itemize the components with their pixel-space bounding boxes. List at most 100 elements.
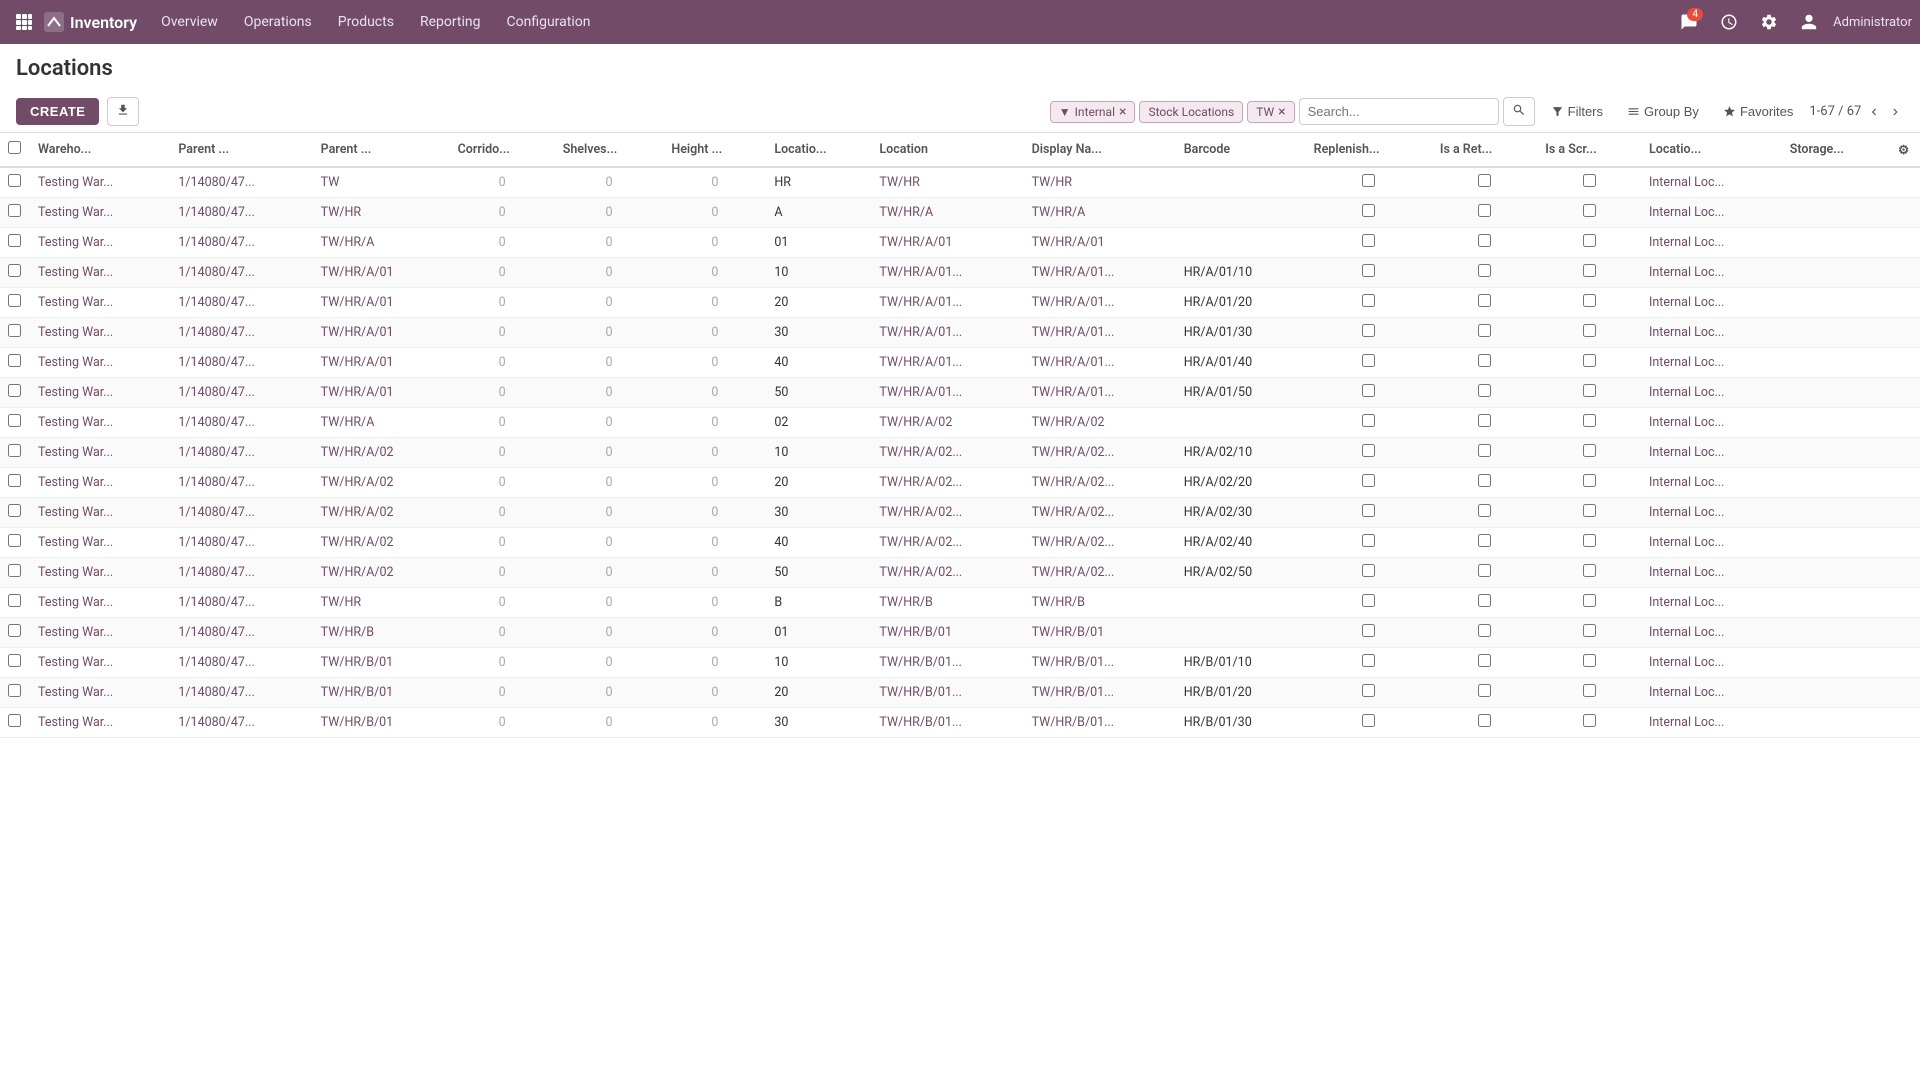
- row-parent1[interactable]: 1/14080/47...: [170, 708, 312, 738]
- create-button[interactable]: CREATE: [16, 98, 99, 125]
- row-locusage[interactable]: Internal Loc...: [1641, 588, 1782, 618]
- row-isret[interactable]: [1432, 167, 1537, 198]
- row-replenish[interactable]: [1306, 498, 1432, 528]
- row-replenish[interactable]: [1306, 198, 1432, 228]
- row-parent1[interactable]: 1/14080/47...: [170, 167, 312, 198]
- favorites-button[interactable]: Favorites: [1715, 99, 1801, 124]
- row-parent2[interactable]: TW: [313, 167, 450, 198]
- row-checkbox[interactable]: [8, 324, 21, 337]
- row-checkbox-cell[interactable]: [0, 558, 30, 588]
- row-warehouse[interactable]: Testing War...: [30, 588, 170, 618]
- row-isret[interactable]: [1432, 708, 1537, 738]
- row-replenish[interactable]: [1306, 228, 1432, 258]
- row-location[interactable]: TW/HR/A/02...: [871, 498, 1023, 528]
- row-displayname[interactable]: TW/HR/A/02...: [1024, 438, 1176, 468]
- row-checkbox-cell[interactable]: [0, 408, 30, 438]
- row-checkbox-cell[interactable]: [0, 588, 30, 618]
- col-height[interactable]: Height ...: [663, 133, 766, 167]
- row-checkbox[interactable]: [8, 444, 21, 457]
- row-parent1[interactable]: 1/14080/47...: [170, 678, 312, 708]
- row-locusage[interactable]: Internal Loc...: [1641, 558, 1782, 588]
- row-checkbox-cell[interactable]: [0, 708, 30, 738]
- row-parent2[interactable]: TW/HR: [313, 588, 450, 618]
- row-replenish[interactable]: [1306, 678, 1432, 708]
- row-location[interactable]: TW/HR/A/01...: [871, 318, 1023, 348]
- select-all-checkbox[interactable]: [8, 141, 21, 154]
- nav-reporting[interactable]: Reporting: [408, 8, 493, 36]
- row-warehouse[interactable]: Testing War...: [30, 288, 170, 318]
- row-checkbox[interactable]: [8, 204, 21, 217]
- row-locusage[interactable]: Internal Loc...: [1641, 378, 1782, 408]
- row-location[interactable]: TW/HR/A/01...: [871, 258, 1023, 288]
- row-displayname[interactable]: TW/HR/B/01...: [1024, 678, 1176, 708]
- row-warehouse[interactable]: Testing War...: [30, 678, 170, 708]
- row-isscr[interactable]: [1537, 167, 1641, 198]
- row-parent1[interactable]: 1/14080/47...: [170, 588, 312, 618]
- row-replenish[interactable]: [1306, 468, 1432, 498]
- pagination-prev[interactable]: ‹: [1865, 101, 1882, 123]
- col-settings[interactable]: ⚙: [1890, 133, 1920, 167]
- row-parent2[interactable]: TW/HR/A/01: [313, 258, 450, 288]
- row-locusage[interactable]: Internal Loc...: [1641, 288, 1782, 318]
- select-all-header[interactable]: [0, 133, 30, 167]
- col-displayname[interactable]: Display Na...: [1024, 133, 1176, 167]
- row-parent1[interactable]: 1/14080/47...: [170, 408, 312, 438]
- row-checkbox-cell[interactable]: [0, 258, 30, 288]
- row-checkbox-cell[interactable]: [0, 528, 30, 558]
- row-checkbox[interactable]: [8, 234, 21, 247]
- clock-icon[interactable]: [1713, 6, 1745, 38]
- nav-operations[interactable]: Operations: [232, 8, 324, 36]
- col-locusage[interactable]: Locatio...: [1641, 133, 1782, 167]
- row-checkbox[interactable]: [8, 624, 21, 637]
- row-parent1[interactable]: 1/14080/47...: [170, 528, 312, 558]
- row-isret[interactable]: [1432, 588, 1537, 618]
- filter-tag-internal-remove[interactable]: ×: [1119, 105, 1126, 119]
- row-warehouse[interactable]: Testing War...: [30, 558, 170, 588]
- col-parent2[interactable]: Parent ...: [313, 133, 450, 167]
- row-displayname[interactable]: TW/HR/A: [1024, 198, 1176, 228]
- filters-button[interactable]: Filters: [1543, 99, 1611, 124]
- row-displayname[interactable]: TW/HR/A/01...: [1024, 288, 1176, 318]
- row-warehouse[interactable]: Testing War...: [30, 408, 170, 438]
- row-isret[interactable]: [1432, 558, 1537, 588]
- row-checkbox[interactable]: [8, 564, 21, 577]
- row-warehouse[interactable]: Testing War...: [30, 348, 170, 378]
- row-checkbox-cell[interactable]: [0, 438, 30, 468]
- row-isret[interactable]: [1432, 348, 1537, 378]
- apps-menu-button[interactable]: [8, 6, 40, 38]
- row-displayname[interactable]: TW/HR/A/02...: [1024, 498, 1176, 528]
- col-warehouse[interactable]: Wareho...: [30, 133, 170, 167]
- row-checkbox-cell[interactable]: [0, 378, 30, 408]
- row-isscr[interactable]: [1537, 618, 1641, 648]
- row-locusage[interactable]: Internal Loc...: [1641, 228, 1782, 258]
- row-replenish[interactable]: [1306, 618, 1432, 648]
- row-checkbox-cell[interactable]: [0, 198, 30, 228]
- row-parent2[interactable]: TW/HR/A/02: [313, 498, 450, 528]
- row-warehouse[interactable]: Testing War...: [30, 438, 170, 468]
- row-replenish[interactable]: [1306, 588, 1432, 618]
- row-parent2[interactable]: TW/HR/B/01: [313, 708, 450, 738]
- row-isscr[interactable]: [1537, 348, 1641, 378]
- row-warehouse[interactable]: Testing War...: [30, 167, 170, 198]
- row-replenish[interactable]: [1306, 348, 1432, 378]
- row-parent1[interactable]: 1/14080/47...: [170, 198, 312, 228]
- row-checkbox[interactable]: [8, 174, 21, 187]
- col-corridor[interactable]: Corrido...: [450, 133, 555, 167]
- row-displayname[interactable]: TW/HR/A/01...: [1024, 258, 1176, 288]
- row-parent1[interactable]: 1/14080/47...: [170, 348, 312, 378]
- row-checkbox-cell[interactable]: [0, 348, 30, 378]
- row-isret[interactable]: [1432, 618, 1537, 648]
- row-checkbox-cell[interactable]: [0, 167, 30, 198]
- row-displayname[interactable]: TW/HR/A/01...: [1024, 318, 1176, 348]
- row-isscr[interactable]: [1537, 228, 1641, 258]
- col-storage[interactable]: Storage...: [1782, 133, 1890, 167]
- row-warehouse[interactable]: Testing War...: [30, 198, 170, 228]
- row-location[interactable]: TW/HR/B/01...: [871, 708, 1023, 738]
- row-checkbox[interactable]: [8, 684, 21, 697]
- row-checkbox-cell[interactable]: [0, 498, 30, 528]
- row-replenish[interactable]: [1306, 528, 1432, 558]
- row-displayname[interactable]: TW/HR/A/02: [1024, 408, 1176, 438]
- row-displayname[interactable]: TW/HR/A/02...: [1024, 558, 1176, 588]
- row-checkbox[interactable]: [8, 594, 21, 607]
- row-checkbox-cell[interactable]: [0, 648, 30, 678]
